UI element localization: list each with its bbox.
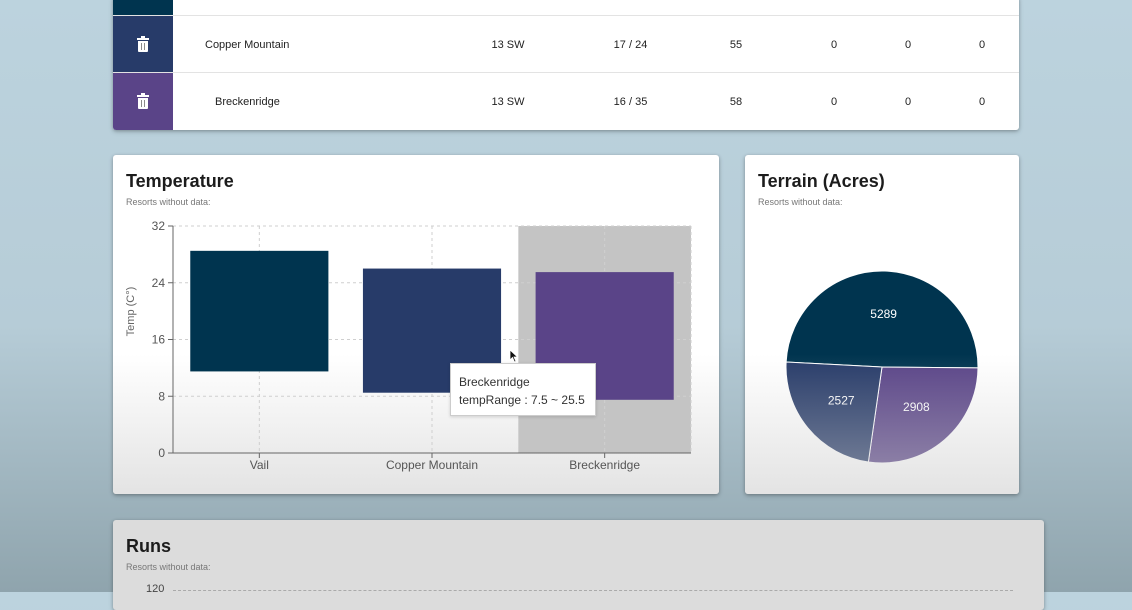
value-cell: 0	[978, 38, 986, 51]
delete-row-button[interactable]	[113, 73, 173, 130]
temperature-title: Temperature	[126, 171, 234, 191]
temp-cell: 16 / 35	[613, 95, 648, 108]
pie-slice	[867, 366, 979, 464]
mouse-cursor-icon	[509, 349, 519, 363]
trash-icon	[137, 92, 149, 109]
trash-icon	[137, 35, 149, 52]
terrain-card: Terrain (Acres) Resorts without data: 52…	[745, 155, 1019, 494]
value-cell: 58	[729, 95, 743, 108]
table-row: Breckenridge 13 SW 16 / 35 58 0 0 0	[113, 72, 1019, 130]
delete-row-button[interactable]	[113, 16, 173, 73]
temp-cell: 17 / 24	[613, 38, 648, 51]
pie-slice-label: 2527	[828, 394, 855, 408]
tooltip-value: tempRange : 7.5 ~ 25.5	[459, 393, 585, 407]
pie-slice	[785, 361, 883, 463]
value-cell: 0	[904, 95, 912, 108]
delete-row-button[interactable]	[113, 0, 173, 16]
pie-slice-label: 2908	[903, 400, 930, 414]
runs-subtitle: Resorts without data:	[126, 562, 211, 572]
table-row	[113, 0, 1019, 16]
tooltip-title: Breckenridge	[459, 375, 530, 389]
temperature-subtitle: Resorts without data:	[126, 197, 211, 207]
resort-table: Copper Mountain 13 SW 17 / 24 55 0 0 0 B…	[113, 0, 1019, 130]
resort-name: Copper Mountain	[205, 38, 290, 51]
value-cell: 0	[978, 95, 986, 108]
temperature-card: Temperature Resorts without data:	[113, 155, 719, 494]
chart-tooltip: Breckenridge tempRange : 7.5 ~ 25.5	[450, 363, 596, 416]
terrain-pie-chart: 5289 2908 2527	[785, 270, 979, 464]
table-row: Copper Mountain 13 SW 17 / 24 55 0 0 0	[113, 15, 1019, 73]
value-cell: 0	[830, 38, 838, 51]
y-tick-label: 120	[146, 583, 165, 595]
wind-cell: 13 SW	[491, 38, 525, 51]
resort-name: Breckenridge	[215, 95, 280, 108]
value-cell: 55	[729, 38, 743, 51]
pie-slice-label: 5289	[870, 307, 897, 321]
value-cell: 0	[904, 38, 912, 51]
value-cell: 0	[830, 95, 838, 108]
wind-cell: 13 SW	[491, 95, 525, 108]
runs-card: Runs Resorts without data: 120	[113, 520, 1044, 610]
runs-title: Runs	[126, 536, 171, 556]
